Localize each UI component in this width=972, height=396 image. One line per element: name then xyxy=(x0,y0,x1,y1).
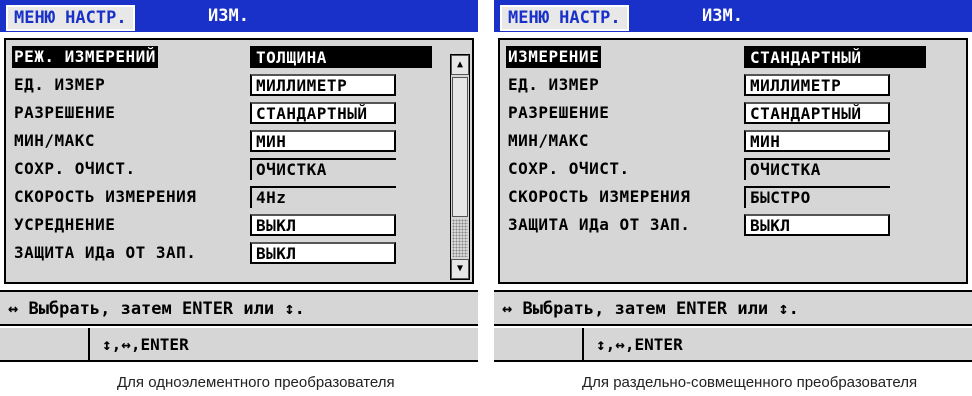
setting-value: ОЧИСТКА xyxy=(250,158,396,180)
divider xyxy=(88,328,90,362)
setting-label: СКОРОСТЬ ИЗМЕРЕНИЯ xyxy=(14,187,197,206)
setting-label: РАЗРЕШЕНИЕ xyxy=(508,103,610,122)
title-bar: МЕНЮ НАСТР. ИЗМ. xyxy=(494,0,972,32)
setting-row[interactable]: РЕЖ. ИЗМЕРЕНИЙ ТОЛЩИНА xyxy=(12,46,442,68)
caption: Для раздельно-совмещенного преобразовате… xyxy=(582,374,918,391)
setting-label: СКОРОСТЬ ИЗМЕРЕНИЯ xyxy=(508,187,691,206)
setting-row[interactable]: ИЗМЕРЕНИЕ СТАНДАРТНЫЙ xyxy=(506,46,936,68)
scroll-thumb[interactable] xyxy=(452,77,468,217)
setting-row[interactable]: МИН/МАКС МИН xyxy=(12,130,442,152)
settings-screen-dual-element: МЕНЮ НАСТР. ИЗМ. ИЗМЕРЕНИЕ СТАНДАРТНЫЙ Е… xyxy=(494,0,972,374)
setting-value: ОЧИСТКА xyxy=(744,158,890,180)
scroll-track[interactable] xyxy=(452,219,468,257)
setting-label: ЕД. ИЗМЕР xyxy=(508,75,600,94)
screen-title: ИЗМ. xyxy=(208,6,249,26)
setting-row[interactable]: ЗАЩИТА ИДа ОТ ЗАП. ВЫКЛ xyxy=(506,214,936,236)
setting-label: РЕЖ. ИЗМЕРЕНИЙ xyxy=(12,46,158,68)
help-text: ↔ Выбрать, затем ENTER или ↕. xyxy=(8,299,305,319)
setting-value[interactable]: МИН xyxy=(250,130,396,152)
setting-value[interactable]: ВЫКЛ xyxy=(250,242,396,264)
settings-panel: РЕЖ. ИЗМЕРЕНИЙ ТОЛЩИНА ЕД. ИЗМЕР МИЛЛИМЕ… xyxy=(4,38,474,284)
keys-hint: ↕,↔,ENTER xyxy=(102,335,189,354)
keys-bar: ↕,↔,ENTER xyxy=(0,328,478,362)
setting-row[interactable]: РАЗРЕШЕНИЕ СТАНДАРТНЫЙ xyxy=(506,102,936,124)
setting-row[interactable]: ЕД. ИЗМЕР МИЛЛИМЕТР xyxy=(12,74,442,96)
setting-label: РАЗРЕШЕНИЕ xyxy=(14,103,116,122)
setting-value[interactable]: МИН xyxy=(744,130,890,152)
title-bar: МЕНЮ НАСТР. ИЗМ. xyxy=(0,0,478,32)
setting-value[interactable]: МИЛЛИМЕТР xyxy=(250,74,396,96)
help-bar: ↔ Выбрать, затем ENTER или ↕. xyxy=(494,290,972,326)
setting-label: СОХР. ОЧИСТ. xyxy=(14,159,136,178)
setting-row[interactable]: УСРЕДНЕНИЕ ВЫКЛ xyxy=(12,214,442,236)
vertical-scrollbar[interactable]: ▲ ▼ xyxy=(450,54,470,280)
scroll-down-arrow-icon[interactable]: ▼ xyxy=(451,259,469,279)
setting-row[interactable]: РАЗРЕШЕНИЕ СТАНДАРТНЫЙ xyxy=(12,102,442,124)
setting-value[interactable]: МИЛЛИМЕТР xyxy=(744,74,890,96)
setting-value[interactable]: ВЫКЛ xyxy=(744,214,890,236)
setting-row[interactable]: СКОРОСТЬ ИЗМЕРЕНИЯ 4Hz xyxy=(12,186,442,208)
setting-label: УСРЕДНЕНИЕ xyxy=(14,215,116,234)
keys-hint: ↕,↔,ENTER xyxy=(596,335,683,354)
setting-row[interactable]: ЗАЩИТА ИДа ОТ ЗАП. ВЫКЛ xyxy=(12,242,442,264)
setting-value[interactable]: ВЫКЛ xyxy=(250,214,396,236)
menu-tab-setup[interactable]: МЕНЮ НАСТР. xyxy=(6,5,135,31)
keys-bar: ↕,↔,ENTER xyxy=(494,328,972,362)
setting-value: БЫСТРО xyxy=(744,186,890,208)
divider xyxy=(582,328,584,362)
setting-label: СОХР. ОЧИСТ. xyxy=(508,159,630,178)
setting-value[interactable]: СТАНДАРТНЫЙ xyxy=(744,102,890,124)
screen-title: ИЗМ. xyxy=(702,6,743,26)
settings-panel: ИЗМЕРЕНИЕ СТАНДАРТНЫЙ ЕД. ИЗМЕР МИЛЛИМЕТ… xyxy=(498,38,968,284)
help-bar: ↔ Выбрать, затем ENTER или ↕. xyxy=(0,290,478,326)
settings-screen-single-element: МЕНЮ НАСТР. ИЗМ. РЕЖ. ИЗМЕРЕНИЙ ТОЛЩИНА … xyxy=(0,0,478,374)
menu-tab-setup[interactable]: МЕНЮ НАСТР. xyxy=(500,5,629,31)
setting-row[interactable]: СОХР. ОЧИСТ. ОЧИСТКА xyxy=(506,158,936,180)
scroll-up-arrow-icon[interactable]: ▲ xyxy=(451,55,469,75)
setting-row[interactable]: МИН/МАКС МИН xyxy=(506,130,936,152)
help-text: ↔ Выбрать, затем ENTER или ↕. xyxy=(502,299,799,319)
caption: Для одноэлементного преобразователя xyxy=(117,374,395,391)
setting-label: ИЗМЕРЕНИЕ xyxy=(506,46,602,68)
setting-value: 4Hz xyxy=(250,186,396,208)
setting-label: ЗАЩИТА ИДа ОТ ЗАП. xyxy=(14,243,197,262)
setting-label: МИН/МАКС xyxy=(508,131,590,150)
setting-row[interactable]: ЕД. ИЗМЕР МИЛЛИМЕТР xyxy=(506,74,936,96)
setting-row[interactable]: СОХР. ОЧИСТ. ОЧИСТКА xyxy=(12,158,442,180)
setting-label: ЕД. ИЗМЕР xyxy=(14,75,106,94)
setting-label: МИН/МАКС xyxy=(14,131,96,150)
setting-value[interactable]: СТАНДАРТНЫЙ xyxy=(744,46,926,68)
setting-value[interactable]: СТАНДАРТНЫЙ xyxy=(250,102,396,124)
setting-value[interactable]: ТОЛЩИНА xyxy=(250,46,432,68)
setting-label: ЗАЩИТА ИДа ОТ ЗАП. xyxy=(508,215,691,234)
setting-row[interactable]: СКОРОСТЬ ИЗМЕРЕНИЯ БЫСТРО xyxy=(506,186,936,208)
